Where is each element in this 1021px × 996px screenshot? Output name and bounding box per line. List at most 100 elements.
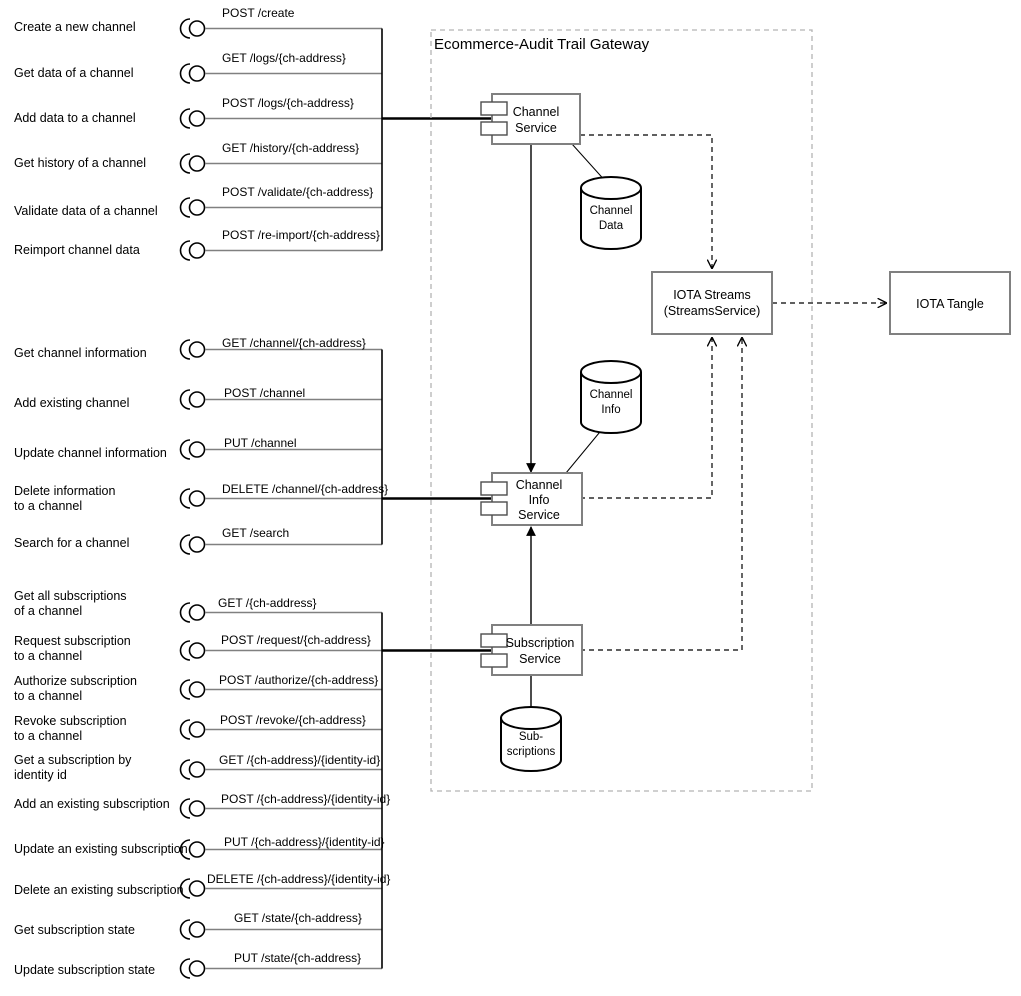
endpoint-label: GET /state/{ch-address} — [234, 911, 362, 925]
operation-label-line2: identity id — [14, 768, 67, 782]
operation-label: Request subscription — [14, 634, 131, 648]
operation-label: Get data of a channel — [14, 66, 134, 80]
operation-label-line2: of a channel — [14, 604, 82, 618]
api-operation-row: Validate data of a channel POST /validat… — [14, 185, 382, 218]
api-operation-row: Get channel information GET /channel/{ch… — [14, 336, 382, 360]
component-label-line2: Service — [515, 121, 557, 135]
operation-label: Authorize subscription — [14, 674, 137, 688]
database-label-line2: Data — [599, 220, 624, 232]
provided-interface-icon[interactable] — [179, 759, 206, 780]
provided-interface-icon[interactable] — [179, 439, 206, 460]
endpoint-label: GET /history/{ch-address} — [222, 141, 359, 155]
operation-label-line2: to a channel — [14, 689, 82, 703]
operation-label-line2: to a channel — [14, 729, 82, 743]
database-label-line1: Channel — [590, 389, 633, 401]
endpoint-label: POST /revoke/{ch-address} — [220, 713, 366, 727]
database-label-line2: Info — [601, 404, 620, 416]
api-operation-row: Delete information to a channel DELETE /… — [14, 482, 388, 513]
api-operation-row: Add existing channel POST /channel — [14, 386, 382, 410]
operation-label: Create a new channel — [14, 20, 136, 34]
operation-label: Add existing channel — [14, 396, 129, 410]
provided-interface-icon[interactable] — [179, 919, 206, 940]
endpoint-label: POST /channel — [224, 386, 305, 400]
provided-interface-icon[interactable] — [179, 153, 206, 174]
component-label-line1: Subscription — [506, 636, 575, 650]
node-iota-streams[interactable]: IOTA Streams (StreamsService) — [651, 271, 773, 335]
api-operation-row: Update subscription state PUT /state/{ch… — [14, 951, 382, 979]
provided-interface-icon[interactable] — [179, 339, 206, 360]
provided-interface-icon[interactable] — [179, 197, 206, 218]
api-operation-row: Search for a channel GET /search — [14, 526, 382, 555]
api-operation-row: Add an existing subscription POST /{ch-a… — [14, 792, 390, 819]
database-subscriptions[interactable]: Sub- scriptions — [500, 706, 562, 772]
operation-label: Get a subscription by — [14, 753, 132, 767]
api-operation-row: Add data to a channel POST /logs/{ch-add… — [14, 96, 382, 129]
operation-label: Update subscription state — [14, 963, 155, 977]
endpoint-label: PUT /channel — [224, 436, 297, 450]
operation-label: Revoke subscription — [14, 714, 127, 728]
provided-interface-icon[interactable] — [179, 602, 206, 623]
group-channel-service-api: Create a new channel POST /create Get da… — [14, 6, 492, 261]
operation-label: Update channel information — [14, 446, 167, 460]
api-operation-row: Get history of a channel GET /history/{c… — [14, 141, 382, 174]
api-operation-row: Authorize subscription to a channel POST… — [14, 673, 382, 703]
provided-interface-icon[interactable] — [179, 534, 206, 555]
endpoint-label: POST /validate/{ch-address} — [222, 185, 373, 199]
operation-label: Get all subscriptions — [14, 589, 127, 603]
node-label: IOTA Tangle — [916, 297, 984, 311]
provided-interface-icon[interactable] — [179, 878, 206, 899]
operation-label: Reimport channel data — [14, 243, 140, 257]
operation-label: Delete information — [14, 484, 115, 498]
provided-interface-icon[interactable] — [179, 18, 206, 39]
api-operation-row: Create a new channel POST /create — [14, 6, 382, 39]
api-operation-row: Get a subscription by identity id GET /{… — [14, 753, 382, 782]
operation-label: Validate data of a channel — [14, 204, 158, 218]
component-label-line1: Channel — [516, 478, 563, 492]
group-subscription-service-api: Get all subscriptions of a channel GET /… — [14, 589, 492, 979]
endpoint-label: POST /authorize/{ch-address} — [219, 673, 378, 687]
api-operation-row: Get subscription state GET /state/{ch-ad… — [14, 911, 382, 940]
provided-interface-icon[interactable] — [179, 63, 206, 84]
component-label-line2: Service — [519, 652, 561, 666]
api-operation-row: Get data of a channel GET /logs/{ch-addr… — [14, 51, 382, 84]
endpoint-label: DELETE /{ch-address}/{identity-id} — [207, 872, 390, 886]
endpoint-label: PUT /{ch-address}/{identity-id} — [224, 835, 385, 849]
api-operation-row: Revoke subscription to a channel POST /r… — [14, 713, 382, 743]
component-channel-info-service[interactable]: Channel Info Service — [480, 472, 583, 526]
database-channel-data[interactable]: Channel Data — [580, 176, 642, 250]
provided-interface-icon[interactable] — [179, 240, 206, 261]
endpoint-label: POST /request/{ch-address} — [221, 633, 371, 647]
provided-interface-icon[interactable] — [179, 108, 206, 129]
endpoint-label: GET /{ch-address}/{identity-id} — [219, 753, 380, 767]
database-channel-info[interactable]: Channel Info — [580, 360, 642, 434]
operation-label: Delete an existing subscription — [14, 883, 184, 897]
endpoint-label: POST /{ch-address}/{identity-id} — [221, 792, 390, 806]
node-label-line2: (StreamsService) — [664, 304, 761, 318]
architecture-diagram: Create a new channel POST /create Get da… — [0, 0, 1021, 996]
endpoint-label: GET /channel/{ch-address} — [222, 336, 366, 350]
component-subscription-service[interactable]: Subscription Service — [480, 624, 583, 676]
edge-channel-info-service-to-channel-info-db — [565, 426, 605, 474]
api-operation-row: Update an existing subscription PUT /{ch… — [14, 835, 385, 860]
provided-interface-icon[interactable] — [179, 679, 206, 700]
component-label-line2: Info — [529, 493, 550, 507]
api-operation-row: Get all subscriptions of a channel GET /… — [14, 589, 382, 623]
component-label-line1: Channel — [513, 105, 560, 119]
endpoint-label: GET /{ch-address} — [218, 596, 317, 610]
operation-label: Search for a channel — [14, 536, 129, 550]
provided-interface-icon[interactable] — [179, 488, 206, 509]
api-operation-row: Update channel information PUT /channel — [14, 436, 382, 460]
operation-label-line2: to a channel — [14, 499, 82, 513]
provided-interface-icon[interactable] — [179, 798, 206, 819]
provided-interface-icon[interactable] — [179, 719, 206, 740]
provided-interface-icon[interactable] — [179, 389, 206, 410]
operation-label: Get channel information — [14, 346, 147, 360]
node-label-line1: IOTA Streams — [673, 288, 751, 302]
component-channel-service[interactable]: Channel Service — [480, 93, 581, 145]
provided-interface-icon[interactable] — [179, 958, 206, 979]
provided-interface-icon[interactable] — [179, 640, 206, 661]
node-iota-tangle[interactable]: IOTA Tangle — [889, 271, 1011, 335]
database-label-line2: scriptions — [507, 746, 556, 758]
diagram-canvas: Create a new channel POST /create Get da… — [14, 6, 1011, 979]
api-operation-row: Request subscription to a channel POST /… — [14, 633, 382, 663]
